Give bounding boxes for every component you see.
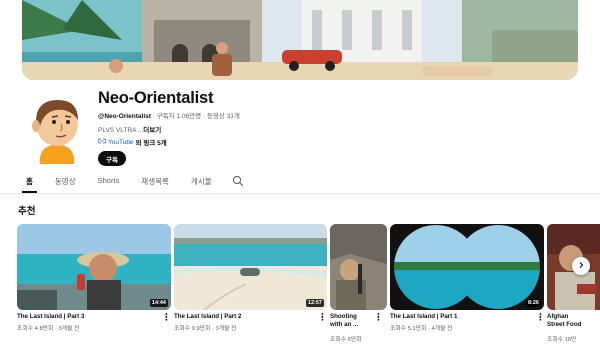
video-thumbnail-2[interactable]: 12:57	[174, 224, 327, 310]
tab-posts[interactable]: 게시물	[187, 176, 216, 193]
more-vert-icon[interactable]: ⋮	[162, 313, 171, 322]
video-meta-2: 조회수 9.9만회 · 3개월 전	[174, 326, 237, 332]
carousel-next-button[interactable]	[572, 257, 590, 275]
video-title-5-line1: Afghan	[547, 313, 569, 320]
more-vert-icon[interactable]: ⋮	[318, 313, 327, 322]
link-icon	[97, 138, 107, 146]
channel-tabs: 홈 동영상 Shorts 재생목록 게시물	[22, 175, 244, 193]
channel-stats: · 구독자 1.06만명 · 동영상 31개	[150, 113, 240, 120]
search-icon[interactable]	[232, 175, 244, 187]
video-meta-5: 조회수 18만	[547, 337, 577, 343]
link-extra[interactable]: 외 링크 5개	[136, 137, 167, 147]
channel-meta: @Neo-Orientalist · 구독자 1.06만명 · 동영상 31개	[98, 110, 240, 120]
tab-shorts[interactable]: Shorts	[94, 176, 124, 193]
video-thumbnail-3[interactable]	[330, 224, 387, 310]
tabs-divider	[0, 193, 600, 194]
video-meta-3: 조회수 6만회	[330, 337, 362, 343]
tab-playlists[interactable]: 재생목록	[137, 176, 173, 193]
tab-videos[interactable]: 동영상	[51, 176, 80, 193]
video-meta-1: 조회수 4.8만회 · 3개월 전	[17, 326, 80, 332]
description-text: PLVS VLTRA ...	[98, 127, 144, 134]
channel-handle: @Neo-Orientalist	[98, 113, 151, 120]
video-title-5[interactable]: Afghan Street Food	[547, 313, 581, 329]
channel-description[interactable]: PLVS VLTRA ...더보기	[98, 124, 161, 134]
chevron-right-icon	[577, 261, 585, 271]
video-duration: 8:26	[525, 299, 541, 307]
tab-home[interactable]: 홈	[22, 176, 37, 193]
more-vert-icon[interactable]: ⋮	[536, 313, 545, 322]
video-title-3-line1: Shooting	[330, 313, 357, 320]
video-thumbnail-4[interactable]: 8:26	[390, 224, 544, 310]
subscribe-button[interactable]: 구독	[98, 151, 126, 166]
video-title-1[interactable]: The Last Island | Part 3	[17, 313, 147, 321]
channel-links[interactable]: YouTube 외 링크 5개	[97, 137, 167, 147]
link-youtube[interactable]: YouTube	[108, 139, 134, 146]
video-meta-4: 조회수 5.1만회 · 4개월 전	[390, 326, 453, 332]
more-vert-icon[interactable]: ⋮	[374, 313, 383, 322]
channel-banner	[22, 0, 578, 80]
video-title-5-line2: Street Food	[547, 321, 582, 328]
channel-avatar[interactable]	[30, 96, 84, 164]
video-title-3[interactable]: Shooting with an ...	[330, 313, 358, 329]
video-title-3-line2: with an ...	[330, 321, 359, 328]
video-duration: 12:57	[305, 299, 324, 307]
video-duration: 14:44	[149, 299, 168, 307]
channel-name: Neo-Orientalist	[98, 89, 214, 107]
section-title: 추천	[18, 206, 36, 217]
video-title-4[interactable]: The Last Island | Part 1	[390, 313, 520, 321]
video-title-2[interactable]: The Last Island | Part 2	[174, 313, 304, 321]
description-more[interactable]: 더보기	[143, 127, 161, 134]
video-thumbnail-1[interactable]: 14:44	[17, 224, 171, 310]
